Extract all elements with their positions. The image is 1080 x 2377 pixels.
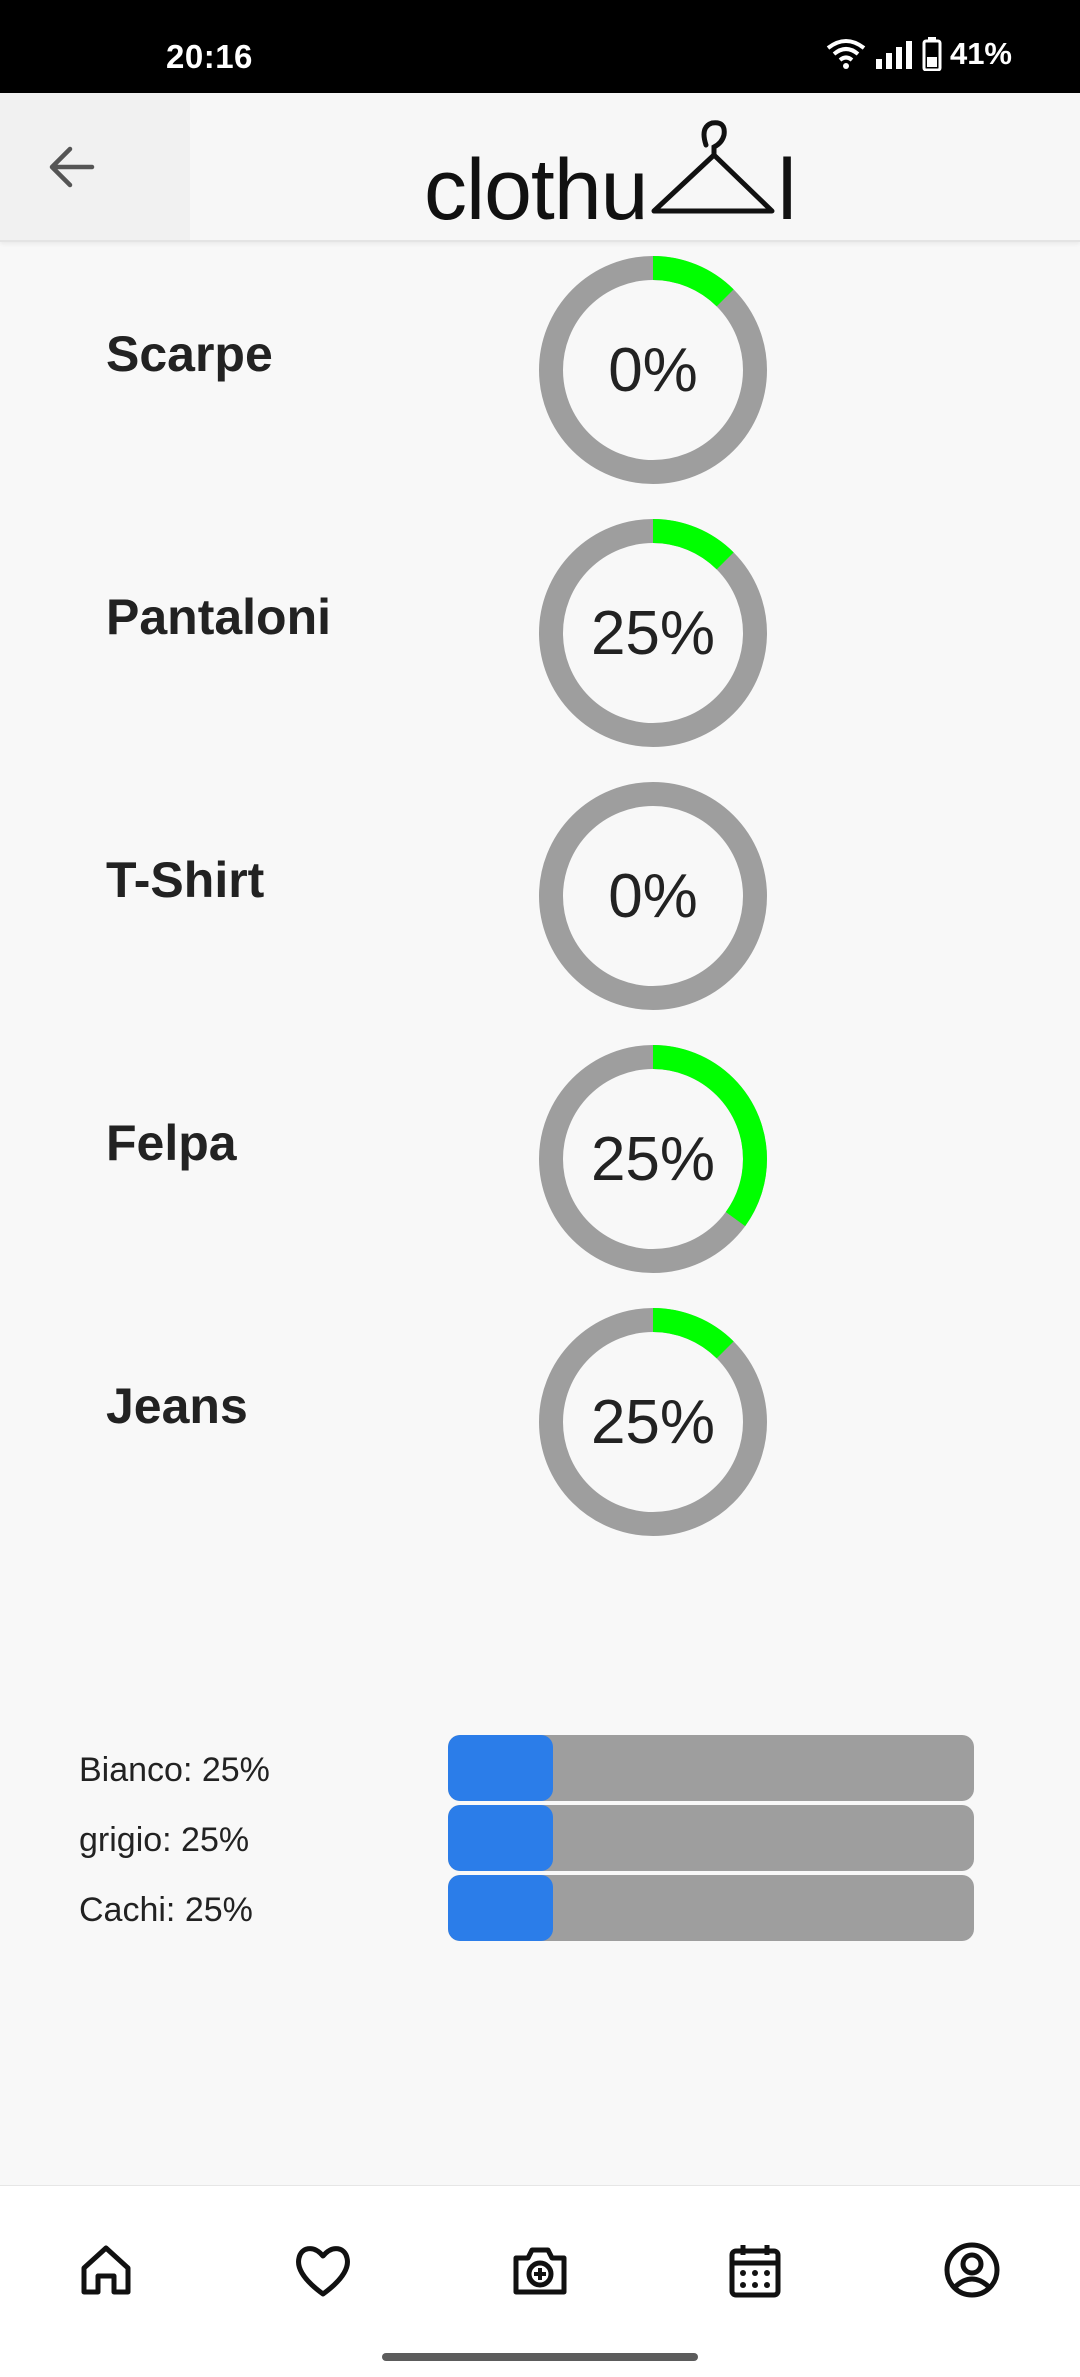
category-progress-ring: 25% xyxy=(538,1044,768,1274)
color-stat-bar xyxy=(448,1875,974,1941)
category-label: T-Shirt xyxy=(106,852,265,908)
profile-icon xyxy=(944,2242,1000,2298)
category-progress-ring: 25% xyxy=(538,518,768,748)
bottom-nav xyxy=(0,2185,1080,2377)
nav-profile[interactable] xyxy=(936,2234,1008,2306)
category-label: Jeans xyxy=(106,1378,248,1434)
home-icon xyxy=(81,2245,131,2295)
category-progress-ring: 25% xyxy=(538,1307,768,1537)
brand-text-suffix: l xyxy=(777,142,797,238)
hanger-icon xyxy=(651,120,774,214)
category-label: Pantaloni xyxy=(106,589,332,645)
category-percent: 25% xyxy=(590,598,716,668)
status-icons: 41% xyxy=(826,34,1012,74)
color-stat-bar-fill xyxy=(448,1805,554,1871)
battery-percent: 41% xyxy=(949,36,1012,71)
arrow-left-icon xyxy=(49,146,95,188)
color-stat-label: Cachi: 25% xyxy=(79,1891,253,1929)
category-progress-ring: 0% xyxy=(538,781,768,1011)
category-percent: 0% xyxy=(608,861,698,931)
camera-plus-icon xyxy=(513,2247,567,2295)
home-indicator[interactable] xyxy=(382,2353,698,2361)
color-stat-bar xyxy=(448,1735,974,1801)
color-stat-bar-fill xyxy=(448,1875,554,1941)
wifi-icon xyxy=(826,39,866,69)
category-percent: 0% xyxy=(608,335,698,405)
color-stat-label: grigio: 25% xyxy=(79,1821,250,1859)
nav-home[interactable] xyxy=(70,2234,142,2306)
battery-icon xyxy=(922,37,942,71)
status-bar: 20:16 41% xyxy=(0,0,1080,93)
back-button[interactable] xyxy=(0,93,190,240)
category-percent: 25% xyxy=(590,1124,716,1194)
app-bar: clothu l xyxy=(0,93,1080,242)
brand-logo: clothu l xyxy=(424,113,797,238)
category-progress-ring: 0% xyxy=(538,255,768,485)
brand-text: clothu xyxy=(424,142,648,238)
nav-add-photo[interactable] xyxy=(504,2234,576,2306)
nav-calendar[interactable] xyxy=(719,2234,791,2306)
category-label: Felpa xyxy=(106,1115,237,1171)
signal-icon xyxy=(875,41,912,69)
nav-favorites[interactable] xyxy=(287,2234,359,2306)
category-percent: 25% xyxy=(590,1387,716,1457)
color-stat-bar xyxy=(448,1805,974,1871)
color-stat-bar-fill xyxy=(448,1735,554,1801)
heart-icon xyxy=(296,2246,350,2297)
calendar-icon xyxy=(729,2245,781,2298)
color-stat-label: Bianco: 25% xyxy=(79,1751,270,1789)
status-time: 20:16 xyxy=(166,38,253,75)
category-label: Scarpe xyxy=(106,326,273,382)
